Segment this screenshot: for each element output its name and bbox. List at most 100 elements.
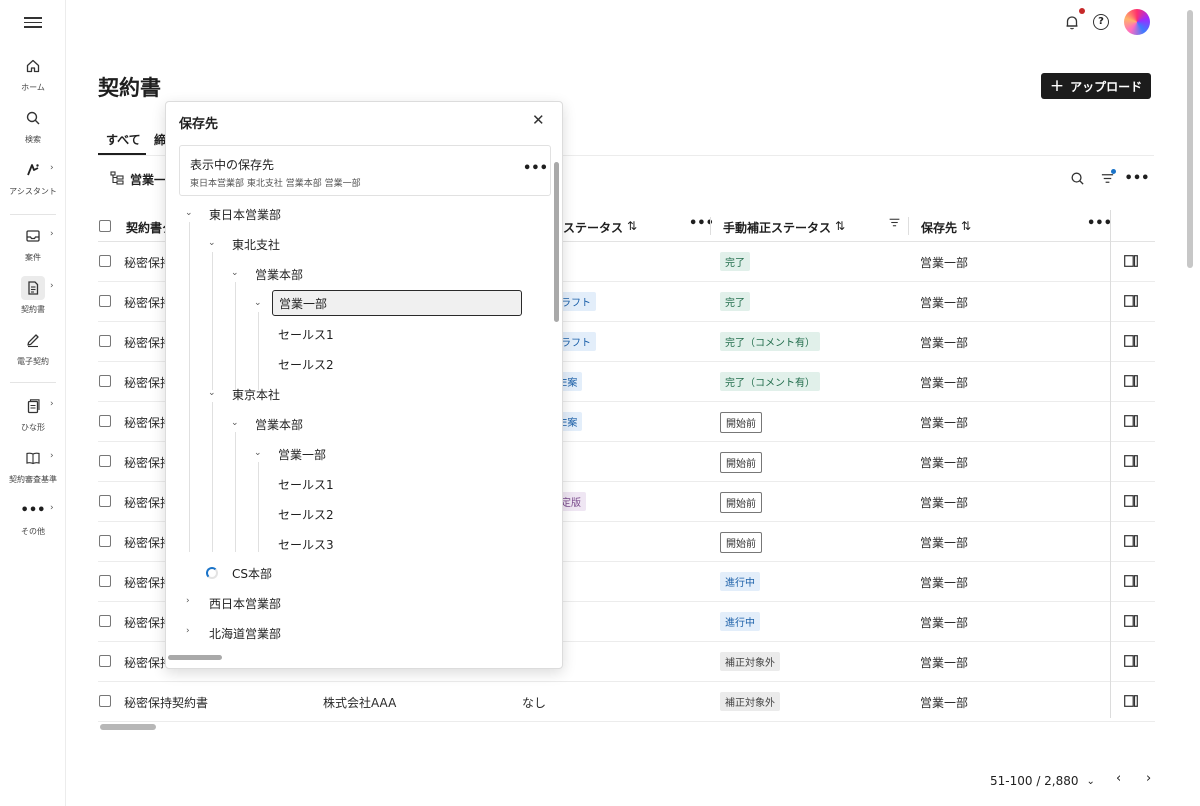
tree-node[interactable]: 東京本社 xyxy=(232,386,280,403)
pinned-column-divider xyxy=(1110,210,1111,718)
chevron-down-icon[interactable]: ⌄ xyxy=(231,268,239,278)
popover-horizontal-scrollbar[interactable] xyxy=(168,655,222,660)
tree-node[interactable]: 東北支社 xyxy=(232,236,280,253)
tree-node[interactable]: セールス1 xyxy=(278,326,334,343)
horizontal-scrollbar[interactable] xyxy=(100,724,156,730)
chevron-right-icon[interactable]: › xyxy=(186,596,190,606)
rail-item-assistant[interactable]: › アシスタント xyxy=(0,158,66,206)
row-checkbox[interactable] xyxy=(99,375,111,387)
side-panel-icon[interactable] xyxy=(1124,615,1138,627)
side-panel-icon[interactable] xyxy=(1124,295,1138,307)
column-header-status[interactable]: ステータス ⇅ xyxy=(563,219,637,236)
filter-active-dot xyxy=(1111,169,1116,174)
sort-icon: ⇅ xyxy=(627,219,638,233)
chevron-right-icon: › xyxy=(50,503,54,513)
next-page-button[interactable]: › xyxy=(1146,771,1151,786)
tree-node[interactable]: 西日本営業部 xyxy=(209,595,281,612)
select-all-checkbox[interactable] xyxy=(99,220,111,232)
chevron-right-icon[interactable]: › xyxy=(186,626,190,636)
document-icon xyxy=(21,276,45,300)
save-location-selector[interactable]: 営業一 xyxy=(110,171,166,188)
loading-spinner-icon xyxy=(206,567,218,579)
rail-item-other[interactable]: ••• › その他 xyxy=(0,498,66,546)
side-panel-icon[interactable] xyxy=(1124,495,1138,507)
chevron-right-icon: › xyxy=(50,163,54,173)
tree-node[interactable]: セールス1 xyxy=(278,476,334,493)
chevron-down-icon[interactable]: ⌄ xyxy=(208,238,216,248)
row-checkbox[interactable] xyxy=(99,495,111,507)
chevron-right-icon: › xyxy=(50,229,54,239)
rail-item-search[interactable]: 検索 xyxy=(0,106,66,154)
side-panel-icon[interactable] xyxy=(1124,455,1138,467)
chevron-down-icon[interactable]: ⌄ xyxy=(231,418,239,428)
row-checkbox[interactable] xyxy=(99,655,111,667)
save-location: 営業一部 xyxy=(920,616,969,630)
side-panel-icon[interactable] xyxy=(1124,655,1138,667)
more-options-icon[interactable]: ••• xyxy=(523,161,548,176)
side-panel-icon[interactable] xyxy=(1124,415,1138,427)
contract-name[interactable]: 秘密保持契約書 xyxy=(124,694,208,711)
tree-node-selected[interactable]: 営業一部 xyxy=(272,290,522,316)
tree-node[interactable]: セールス2 xyxy=(278,506,334,523)
upload-button[interactable]: + アップロード xyxy=(1041,73,1151,99)
vertical-scrollbar[interactable] xyxy=(1187,10,1193,268)
tree-guide-line xyxy=(189,222,190,552)
tree-node[interactable]: 北海道営業部 xyxy=(209,625,281,642)
side-panel-icon[interactable] xyxy=(1124,695,1138,707)
row-checkbox[interactable] xyxy=(99,695,111,707)
rail-item-templates[interactable]: › ひな形 xyxy=(0,394,66,442)
menu-icon[interactable] xyxy=(24,14,42,30)
more-options-icon[interactable]: ••• xyxy=(1125,170,1150,186)
column-menu-icon[interactable]: ••• xyxy=(1087,216,1112,231)
manual-status-badge: 開始前 xyxy=(720,532,762,553)
popover-vertical-scrollbar[interactable] xyxy=(554,162,559,322)
side-panel-icon[interactable] xyxy=(1124,255,1138,267)
row-checkbox[interactable] xyxy=(99,295,111,307)
tree-node[interactable]: CS本部 xyxy=(232,565,272,582)
rail-item-contracts[interactable]: › 契約書 xyxy=(0,276,66,324)
tree-node[interactable]: 東日本営業部 xyxy=(209,206,281,223)
save-location: 営業一部 xyxy=(920,376,969,390)
rail-item-review-criteria[interactable]: › 契約審査基準 xyxy=(0,446,66,494)
tree-node[interactable]: 営業本部 xyxy=(255,416,303,433)
side-panel-icon[interactable] xyxy=(1124,335,1138,347)
row-checkbox[interactable] xyxy=(99,415,111,427)
manual-status-badge: 完了（コメント有） xyxy=(720,372,820,391)
tree-node[interactable]: セールス2 xyxy=(278,356,334,373)
column-header-save-location[interactable]: 保存先 ⇅ xyxy=(921,219,971,236)
row-checkbox[interactable] xyxy=(99,575,111,587)
side-panel-icon[interactable] xyxy=(1124,575,1138,587)
side-rail: ホーム 検索 › アシスタント › 案件 › 契約書 電子契約 › ひな形 › … xyxy=(0,0,66,806)
row-checkbox[interactable] xyxy=(99,255,111,267)
tree-node[interactable]: 営業本部 xyxy=(255,266,303,283)
search-icon[interactable] xyxy=(1069,170,1085,186)
tree-node[interactable]: 営業一部 xyxy=(278,446,326,463)
table-row[interactable]: 秘密保持契約書 株式会社AAA なし 補正対象外 営業一部 xyxy=(98,682,1155,722)
chevron-down-icon[interactable]: ⌄ xyxy=(208,388,216,398)
column-header-manual-status[interactable]: 手動補正ステータス ⇅ xyxy=(723,219,845,236)
avatar[interactable] xyxy=(1124,9,1150,35)
chevron-down-icon[interactable]: ⌄ xyxy=(1087,776,1095,787)
rail-item-esign[interactable]: 電子契約 xyxy=(0,328,66,376)
chevron-right-icon: › xyxy=(50,399,54,409)
row-checkbox[interactable] xyxy=(99,615,111,627)
rail-label: 電子契約 xyxy=(17,357,49,366)
chevron-down-icon[interactable]: ⌄ xyxy=(185,208,193,218)
row-checkbox[interactable] xyxy=(99,535,111,547)
side-panel-icon[interactable] xyxy=(1124,375,1138,387)
tab-all[interactable]: すべて xyxy=(106,131,141,148)
chevron-down-icon[interactable]: ⌄ xyxy=(254,298,262,308)
close-icon[interactable]: ✕ xyxy=(532,111,545,129)
pen-icon xyxy=(21,328,45,352)
row-checkbox[interactable] xyxy=(99,335,111,347)
chevron-down-icon[interactable]: ⌄ xyxy=(254,448,262,458)
column-filter-icon[interactable] xyxy=(888,216,901,233)
rail-item-cases[interactable]: › 案件 xyxy=(0,224,66,272)
help-icon[interactable]: ? xyxy=(1093,14,1109,30)
bell-icon[interactable] xyxy=(1063,13,1081,31)
rail-item-home[interactable]: ホーム xyxy=(0,54,66,102)
tree-node[interactable]: セールス3 xyxy=(278,536,334,553)
previous-page-button[interactable]: ‹ xyxy=(1116,771,1121,786)
row-checkbox[interactable] xyxy=(99,455,111,467)
side-panel-icon[interactable] xyxy=(1124,535,1138,547)
